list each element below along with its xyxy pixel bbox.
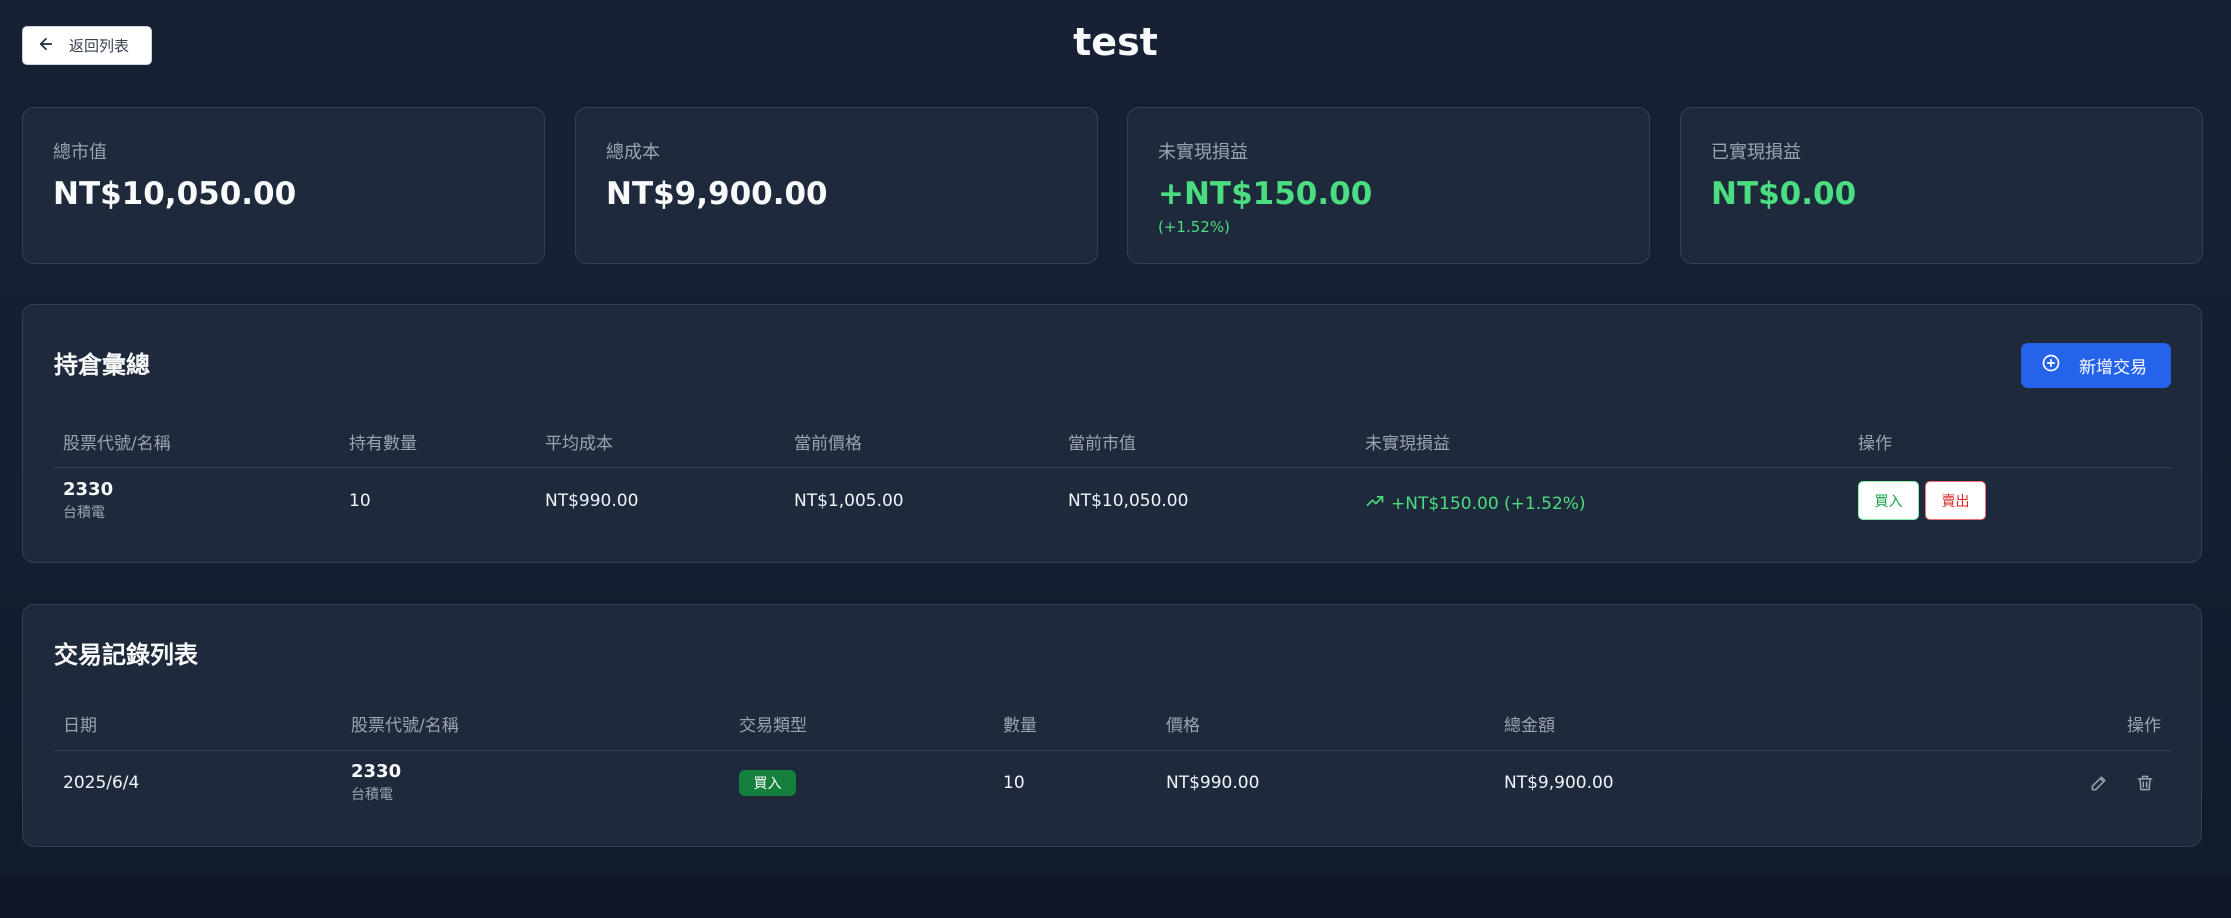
stat-card-total-cost: 總成本 NT$9,900.00 <box>575 107 1098 264</box>
column-header: 操作 <box>1858 434 1892 454</box>
page: 返回列表 test 總市值 NT$10,050.00 總成本 NT$9,900.… <box>0 0 2231 918</box>
stock-code: 2330 <box>351 761 402 782</box>
column-header: 當前價格 <box>794 434 862 454</box>
column-header: 平均成本 <box>545 434 613 454</box>
trades-panel: 交易記錄列表 日期 股票代號/名稱 交易類型 數量 價格 總金額 操作 2025… <box>22 604 2202 847</box>
column-header: 交易類型 <box>739 716 807 736</box>
stock-cell: 2330 台積電 <box>63 479 113 522</box>
stat-label: 總市值 <box>53 142 107 163</box>
header-divider <box>54 750 2171 751</box>
column-header: 當前市值 <box>1068 434 1136 454</box>
header-divider <box>54 467 2171 468</box>
column-header: 未實現損益 <box>1365 434 1450 454</box>
trade-type-badge: 買入 <box>739 770 796 796</box>
add-trade-button[interactable]: 新增交易 <box>2021 343 2171 388</box>
stat-value: +NT$150.00 <box>1158 176 1373 212</box>
stat-card-total-market-value: 總市值 NT$10,050.00 <box>22 107 545 264</box>
column-header: 股票代號/名稱 <box>63 434 171 454</box>
edit-icon[interactable] <box>2087 771 2111 795</box>
stat-label: 未實現損益 <box>1158 142 1248 163</box>
avg-cost-cell: NT$990.00 <box>545 491 639 511</box>
buy-button[interactable]: 買入 <box>1858 481 1919 520</box>
page-title: test <box>1073 20 1158 64</box>
total-cell: NT$9,900.00 <box>1504 773 1614 793</box>
trash-icon[interactable] <box>2133 771 2157 795</box>
sell-button[interactable]: 賣出 <box>1925 481 1986 520</box>
column-header: 數量 <box>1003 716 1037 736</box>
add-trade-label: 新增交易 <box>2079 358 2147 378</box>
holdings-title: 持倉彙總 <box>54 351 150 379</box>
stat-card-realized-pnl: 已實現損益 NT$0.00 <box>1680 107 2203 264</box>
stock-name: 台積電 <box>351 787 393 803</box>
unrealized-pnl-cell: +NT$150.00 (+1.52%) <box>1365 491 1586 516</box>
trades-title: 交易記錄列表 <box>54 641 198 669</box>
page-footer-band <box>0 876 2231 918</box>
price-cell: NT$990.00 <box>1166 773 1260 793</box>
holdings-panel: 持倉彙總 新增交易 股票代號/名稱 持有數量 平均成本 當前價格 當前市值 未實… <box>22 304 2202 563</box>
pnl-text: +NT$150.00 (+1.52%) <box>1391 493 1586 514</box>
stat-value: NT$9,900.00 <box>606 176 828 212</box>
stat-label: 總成本 <box>606 142 660 163</box>
column-header: 操作 <box>2127 716 2161 736</box>
column-header: 日期 <box>63 716 97 736</box>
current-price-cell: NT$1,005.00 <box>794 491 904 511</box>
stock-cell: 2330 台積電 <box>351 761 401 804</box>
column-header: 價格 <box>1166 716 1200 736</box>
column-header: 持有數量 <box>349 434 417 454</box>
stat-label: 已實現損益 <box>1711 142 1801 163</box>
quantity-cell: 10 <box>349 491 371 511</box>
market-value-cell: NT$10,050.00 <box>1068 491 1189 511</box>
date-cell: 2025/6/4 <box>63 773 140 793</box>
quantity-cell: 10 <box>1003 773 1025 793</box>
plus-circle-icon <box>2041 353 2061 378</box>
trending-up-icon <box>1365 491 1385 516</box>
stat-value: NT$10,050.00 <box>53 176 297 212</box>
stat-value: NT$0.00 <box>1711 176 1857 212</box>
stat-sub-percent: (+1.52%) <box>1158 218 1230 236</box>
stat-card-unrealized-pnl: 未實現損益 +NT$150.00 (+1.52%) <box>1127 107 1650 264</box>
column-header: 總金額 <box>1504 716 1555 736</box>
stock-name: 台積電 <box>63 505 105 521</box>
stock-code: 2330 <box>63 479 114 500</box>
column-header: 股票代號/名稱 <box>351 716 459 736</box>
